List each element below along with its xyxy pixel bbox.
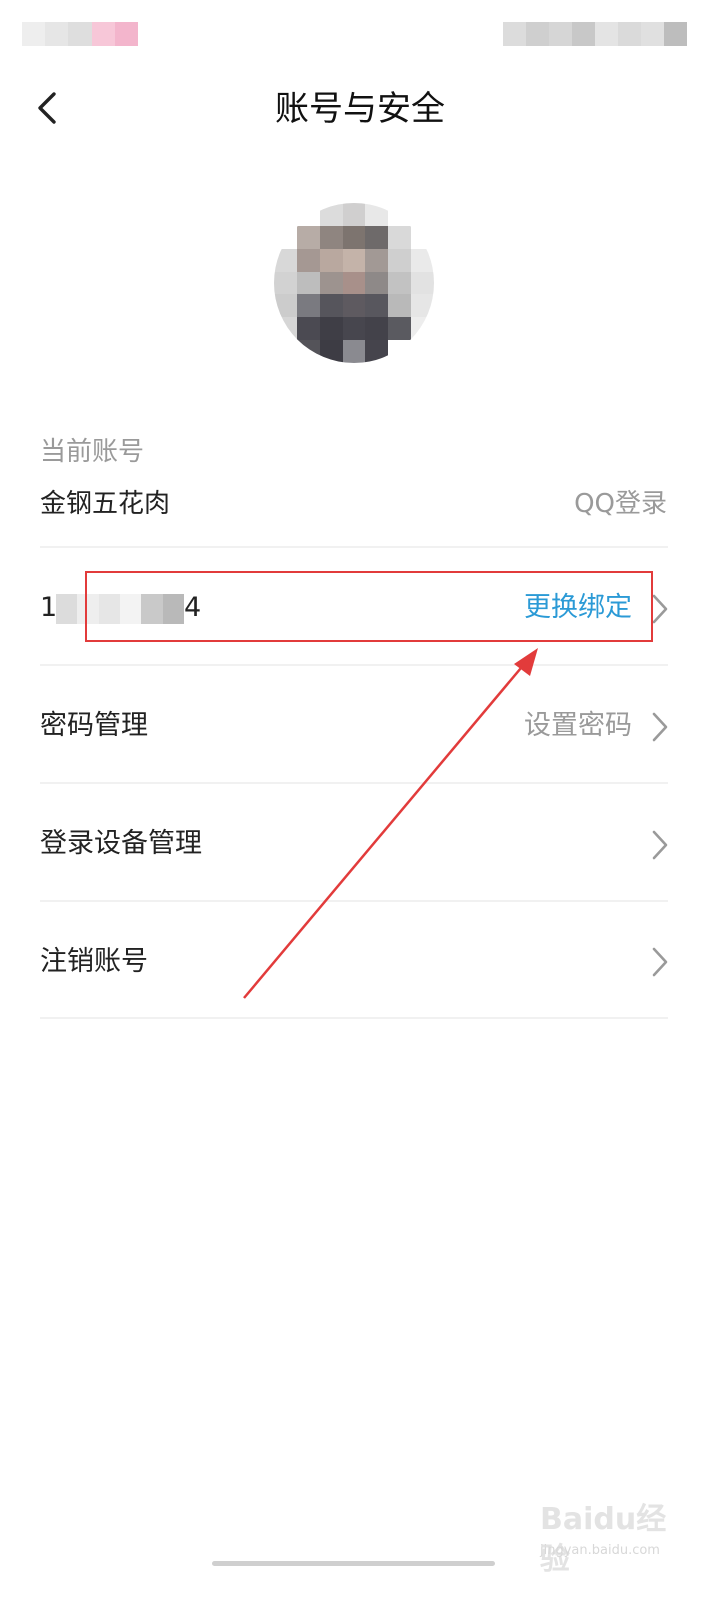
watermark-logo: Baidu经验: [540, 1502, 667, 1577]
current-account-label: 当前账号: [40, 437, 145, 467]
avatar[interactable]: [274, 203, 434, 363]
phone-number-suffix: 4: [184, 592, 202, 623]
page-title: 账号与安全: [275, 89, 445, 129]
baidu-jingyan-watermark: Baidu经验 jingyan.baidu.com: [540, 1500, 690, 1577]
divider: [40, 664, 668, 666]
phone-number-prefix: 1: [40, 592, 58, 623]
password-management-label: 密码管理: [40, 710, 148, 741]
phone-number-mask: [56, 594, 184, 624]
divider: [40, 1017, 668, 1019]
cancel-account-label: 注销账号: [40, 946, 148, 977]
device-management-label: 登录设备管理: [40, 828, 202, 859]
chevron-right-icon: [650, 945, 670, 979]
divider: [40, 782, 668, 784]
status-bar-right: [503, 22, 687, 46]
login-type-label: QQ登录: [574, 489, 667, 519]
divider: [40, 900, 668, 902]
status-bar-left: [22, 22, 139, 46]
set-password-value: 设置密码: [524, 710, 632, 741]
chevron-right-icon: [650, 710, 670, 744]
chevron-right-icon: [650, 828, 670, 862]
account-name: 金钢五花肉: [40, 489, 171, 519]
divider: [40, 546, 668, 548]
watermark-url: jingyan.baidu.com: [540, 1543, 660, 1558]
change-binding-link[interactable]: 更换绑定: [524, 590, 632, 626]
chevron-right-icon: [650, 592, 670, 626]
home-indicator[interactable]: [212, 1561, 495, 1566]
